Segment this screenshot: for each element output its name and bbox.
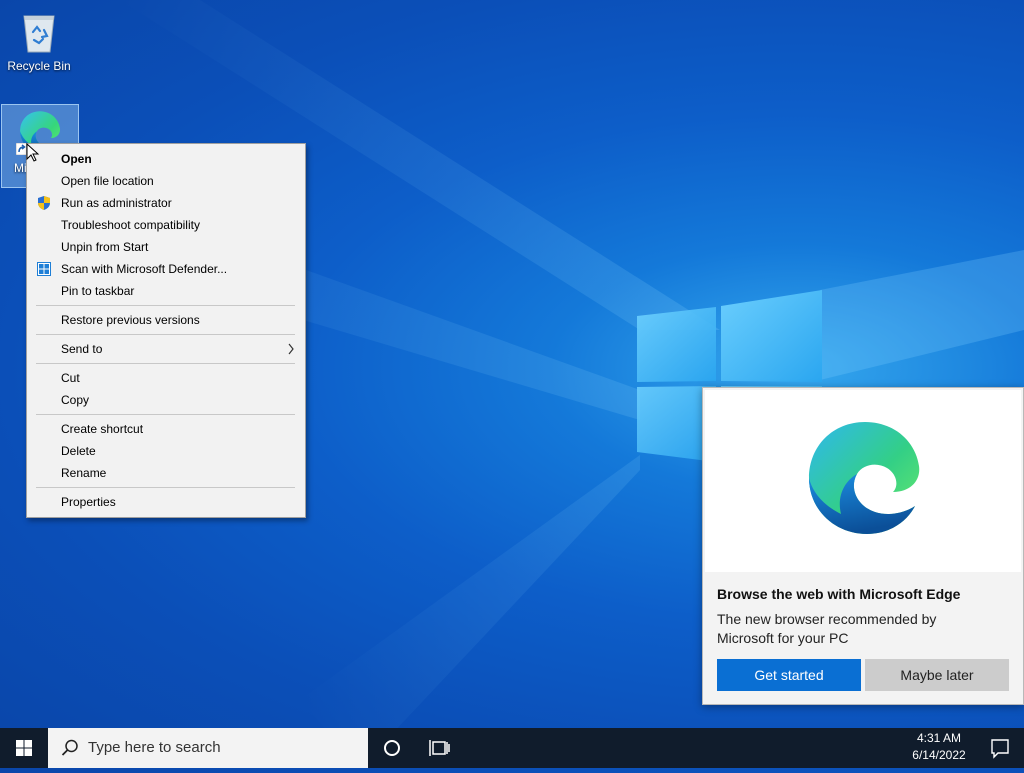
menu-item-label: Open file location	[61, 174, 154, 188]
taskbar-search-box[interactable]: Type here to search	[48, 728, 368, 768]
menu-item-label: Unpin from Start	[61, 240, 149, 254]
menu-item-cut[interactable]: Cut	[27, 367, 305, 389]
menu-separator	[36, 305, 295, 306]
cortana-icon	[384, 740, 400, 756]
menu-item-run-as-administrator[interactable]: Run as administrator	[27, 192, 305, 214]
menu-item-label: Scan with Microsoft Defender...	[61, 262, 228, 276]
clock-date: 6/14/2022	[912, 748, 966, 762]
defender-icon	[37, 262, 51, 276]
search-placeholder: Type here to search	[88, 739, 221, 756]
menu-item-scan-with-defender[interactable]: Scan with Microsoft Defender...	[27, 258, 305, 280]
taskbar-clock[interactable]: 4:31 AM 6/14/2022	[900, 730, 978, 764]
edge-promo-hero	[705, 390, 1021, 572]
edge-promo-title: Browse the web with Microsoft Edge	[717, 586, 961, 602]
context-menu: Open Open file location Run as administr…	[26, 143, 306, 518]
menu-item-label: Troubleshoot compatibility	[61, 218, 200, 232]
menu-item-restore-previous-versions[interactable]: Restore previous versions	[27, 309, 305, 331]
menu-item-properties[interactable]: Properties	[27, 491, 305, 513]
desktop-icon-recycle-bin[interactable]: Recycle Bin	[1, 6, 77, 73]
submenu-arrow-icon	[288, 343, 294, 355]
menu-item-label: Send to	[61, 342, 103, 356]
menu-item-label: Create shortcut	[61, 422, 144, 436]
start-button[interactable]	[0, 728, 48, 768]
edge-promo-popup: Browse the web with Microsoft Edge The n…	[702, 387, 1024, 705]
menu-item-rename[interactable]: Rename	[27, 462, 305, 484]
menu-item-troubleshoot-compatibility[interactable]: Troubleshoot compatibility	[27, 214, 305, 236]
task-view-icon	[429, 740, 450, 756]
menu-separator	[36, 334, 295, 335]
menu-item-label: Restore previous versions	[61, 313, 200, 327]
menu-item-copy[interactable]: Copy	[27, 389, 305, 411]
cortana-button[interactable]	[372, 728, 412, 768]
menu-item-delete[interactable]: Delete	[27, 440, 305, 462]
menu-item-label: Rename	[61, 466, 107, 480]
menu-item-create-shortcut[interactable]: Create shortcut	[27, 418, 305, 440]
edge-logo-icon	[809, 422, 920, 534]
menu-separator	[36, 414, 295, 415]
edge-promo-body: The new browser recommended by Microsoft…	[717, 611, 937, 646]
menu-item-label: Run as administrator	[61, 196, 172, 210]
task-view-button[interactable]	[420, 728, 460, 768]
get-started-button[interactable]: Get started	[717, 659, 861, 691]
menu-item-label: Properties	[61, 495, 116, 509]
uac-shield-icon	[38, 196, 50, 210]
notification-icon	[991, 739, 1009, 759]
menu-separator	[36, 363, 295, 364]
menu-item-send-to[interactable]: Send to	[27, 338, 305, 360]
menu-item-open[interactable]: Open	[27, 148, 305, 170]
search-icon	[61, 739, 78, 756]
edge-label: Mi	[14, 161, 27, 175]
menu-item-label: Pin to taskbar	[61, 284, 135, 298]
mouse-cursor-icon	[26, 143, 40, 162]
clock-time: 4:31 AM	[916, 731, 962, 745]
maybe-later-button[interactable]: Maybe later	[865, 659, 1009, 691]
action-center-button[interactable]	[980, 728, 1020, 768]
menu-item-unpin-from-start[interactable]: Unpin from Start	[27, 236, 305, 258]
menu-item-label: Copy	[61, 393, 90, 407]
menu-item-label: Delete	[61, 444, 96, 458]
menu-item-label: Open	[61, 152, 92, 166]
windows-logo-icon	[16, 740, 32, 756]
menu-item-label: Cut	[61, 371, 80, 385]
recycle-bin-label: Recycle Bin	[7, 59, 71, 73]
taskbar: Type here to search 4:31 AM 6/14/2022	[0, 728, 1024, 768]
menu-item-open-file-location[interactable]: Open file location	[27, 170, 305, 192]
menu-item-pin-to-taskbar[interactable]: Pin to taskbar	[27, 280, 305, 302]
recycle-bin-icon	[23, 15, 55, 53]
menu-separator	[36, 487, 295, 488]
